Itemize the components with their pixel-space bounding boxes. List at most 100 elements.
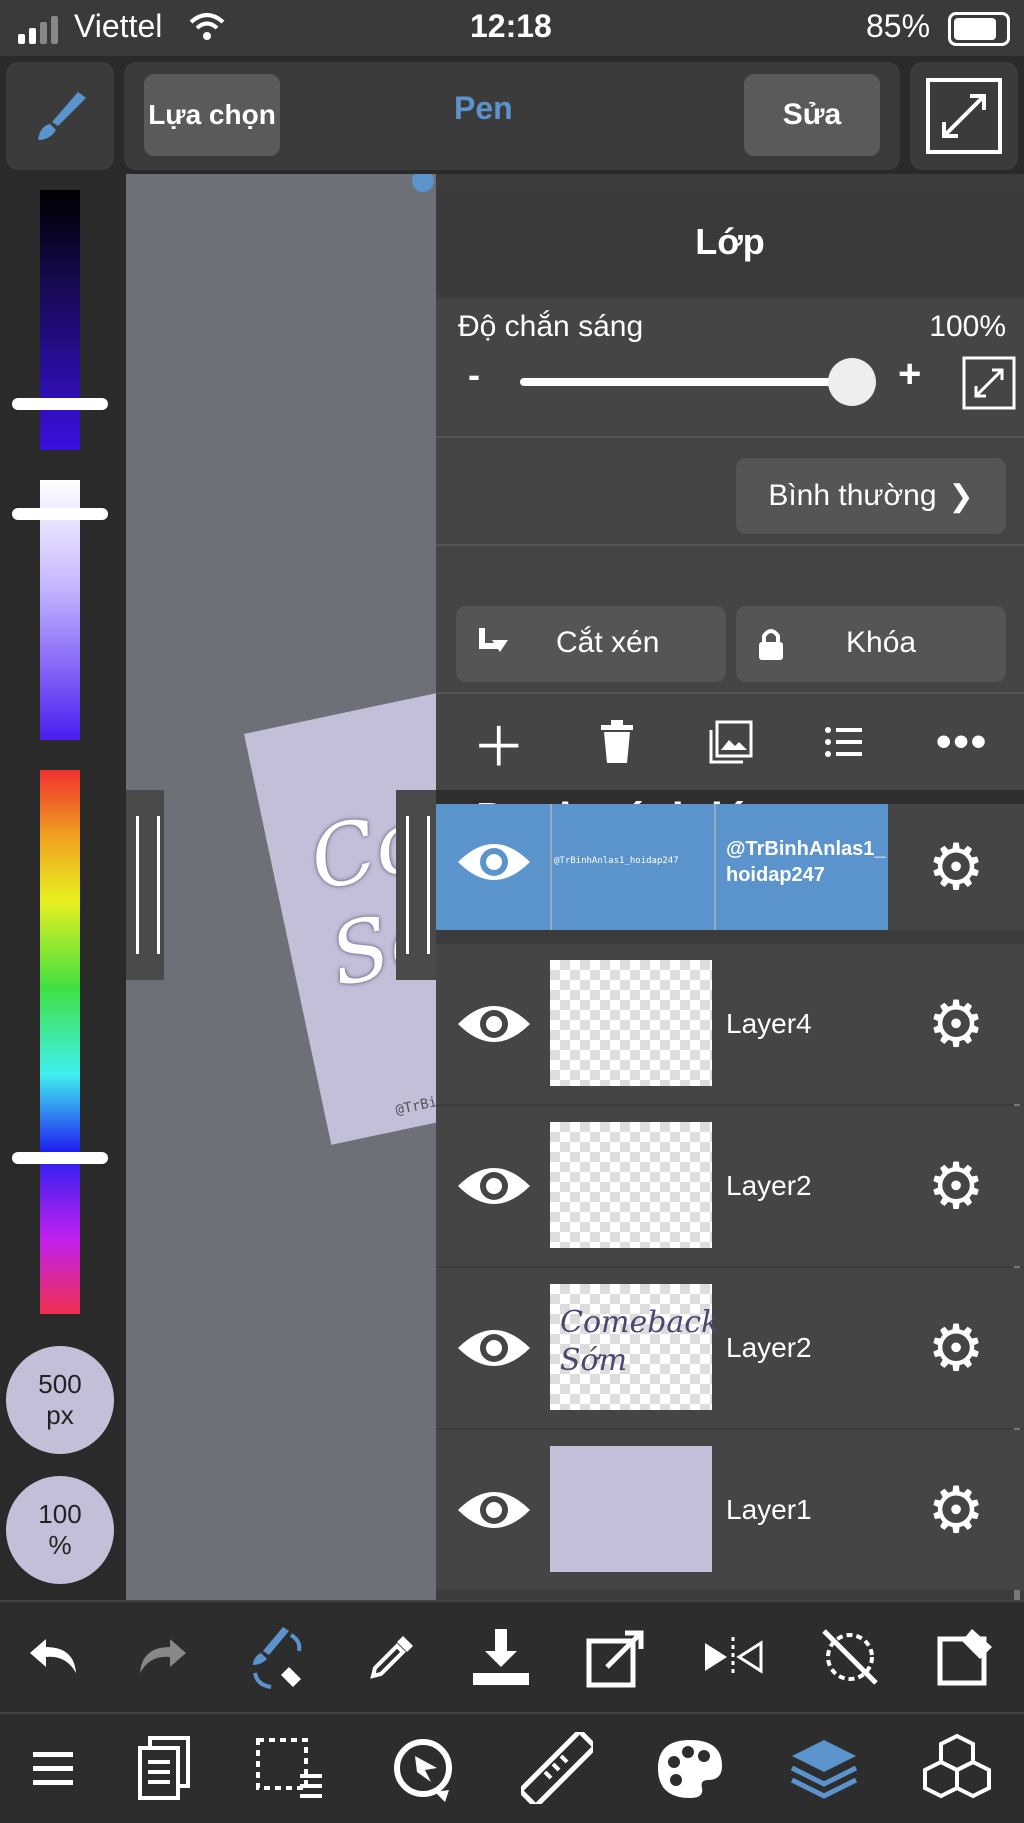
brush-size-unit: px [46,1400,74,1430]
layer-row[interactable]: Comeback Sớm Layer2 ⚙ [436,1268,1024,1428]
layer-settings-button[interactable]: ⚙ [888,1268,1024,1428]
tool-bar-center: Lựa chọn Pen Sửa [124,62,900,170]
edit-button[interactable]: Sửa [744,74,880,156]
layer-list: @TrBinhAnlas1_hoidap247 @TrBinhAnlas1_ho… [436,804,1024,1600]
selection-icon[interactable] [254,1736,326,1800]
layer-name[interactable]: @TrBinhAnlas1_hoidap247 [726,836,886,888]
rotate-lock-icon[interactable] [818,1625,882,1689]
redo-icon[interactable] [134,1635,190,1679]
bottom-toolbar-primary [0,1600,1024,1712]
eye-icon[interactable] [456,1158,532,1214]
opacity-slider-thumb[interactable] [828,358,876,406]
layer-settings-button[interactable]: ⚙ [888,944,1024,1104]
layers-icon[interactable] [788,1736,860,1800]
lock-icon [759,629,783,660]
3d-icon[interactable] [921,1732,993,1804]
layer-settings-button[interactable]: ⚙ [888,804,1024,930]
lock-button[interactable]: Khóa [736,606,1006,682]
opacity-value: 100% [929,310,1006,343]
palette-icon[interactable] [654,1736,726,1800]
layer-properties: Độ chắn sáng 100% - + Bình thường ❯ [436,298,1024,602]
brush-icon [38,92,86,140]
left-panel-handle[interactable] [126,790,164,980]
brush-opacity-button[interactable]: 100 % [6,1476,114,1584]
add-layer-icon[interactable]: ＋ [472,703,526,782]
layer-name[interactable]: Layer2 [726,1170,812,1202]
value-slider-handle[interactable] [12,398,108,410]
gear-icon: ⚙ [927,987,985,1060]
layer-thumbnail: Comeback Sớm [550,1284,720,1410]
layer-settings-button[interactable]: ⚙ [888,1106,1024,1266]
clip-arrow-icon [479,628,508,652]
brush-size-value: 500 [38,1369,82,1399]
gear-icon: ⚙ [927,1311,985,1384]
undo-icon[interactable] [26,1635,82,1679]
gear-icon: ⚙ [927,830,985,903]
right-panel-handle[interactable] [396,790,436,980]
layer-name[interactable]: Layer2 [726,1332,812,1364]
flip-icon[interactable] [701,1635,765,1679]
battery-percent: 85% [866,8,931,44]
layer-thumbnail: @TrBinhAnlas1_hoidap247 [550,804,716,930]
opacity-plus-button[interactable]: + [898,352,921,397]
layer-list-icon[interactable] [824,725,864,759]
gear-icon: ⚙ [927,1473,985,1546]
select-button[interactable]: Lựa chọn [144,74,280,156]
hue-slider[interactable] [40,770,80,1314]
eye-icon[interactable] [456,834,532,890]
layer-thumbnail-lettering: Comeback Sớm [560,1305,720,1378]
brush-opacity-value: 100 [38,1499,82,1529]
export-icon[interactable] [585,1625,649,1689]
layer-row[interactable]: Layer4 ⚙ [436,944,1024,1104]
carrier-label: Viettel [74,8,163,44]
wifi-icon [189,13,225,40]
eye-icon[interactable] [456,996,532,1052]
menu-icon[interactable] [31,1748,75,1788]
layer-row-selected[interactable]: @TrBinhAnlas1_hoidap247 @TrBinhAnlas1_ho… [436,804,888,930]
opacity-minus-button[interactable]: - [468,354,480,396]
clip-button[interactable]: Cắt xén [456,606,726,682]
signal-icon [18,16,58,44]
brush-tool-button[interactable] [6,62,114,170]
eyedropper-icon[interactable] [367,1632,417,1682]
eye-icon[interactable] [456,1482,532,1538]
opacity-label: Độ chắn sáng [458,310,644,343]
value-slider[interactable] [40,190,80,450]
brush-opacity-unit: % [48,1530,72,1560]
top-toolbar: Lựa chọn Pen Sửa [0,56,1024,174]
layer-settings-button[interactable]: ⚙ [888,1430,1024,1590]
eye-icon[interactable] [456,1320,532,1376]
panel-dot-active[interactable] [412,174,434,192]
artwork-watermark: @TrBinhAn [393,1087,436,1119]
opacity-slider[interactable] [520,378,850,386]
lock-label: Khóa [846,626,917,659]
clock: 12:18 [470,8,552,44]
more-options-icon[interactable]: ••• [936,717,988,767]
blend-mode-label: Bình thường [768,479,937,512]
drawing-canvas[interactable]: Co So @TrBinhAn [126,174,436,1600]
hue-slider-handle[interactable] [12,1152,108,1164]
layer-actions: ＋ ••• [436,694,1024,790]
layer-thumbnail-text: @TrBinhAnlas1_hoidap247 [554,856,679,866]
opacity-expand-icon[interactable] [962,356,1016,410]
pages-icon[interactable] [136,1736,192,1800]
delete-layer-icon[interactable] [597,719,637,765]
brush-size-button[interactable]: 500 px [6,1346,114,1454]
clear-icon[interactable] [934,1625,998,1689]
fullscreen-button[interactable] [910,62,1018,170]
blend-mode-button[interactable]: Bình thường ❯ [736,458,1006,534]
saturation-slider-handle[interactable] [12,508,108,520]
transform-icon[interactable] [387,1732,459,1804]
layer-row[interactable]: Layer1 ⚙ [436,1430,1024,1590]
layer-image-icon[interactable] [709,720,753,764]
layer-name[interactable]: Layer4 [726,1008,812,1040]
ruler-icon[interactable] [520,1732,593,1804]
layer-option-row: Cắt xén Khóa [436,602,1024,692]
layer-name[interactable]: Layer1 [726,1494,812,1526]
download-icon[interactable] [469,1625,533,1689]
battery-icon [948,12,1010,46]
layer-row[interactable]: Layer2 ⚙ [436,1106,1024,1266]
current-tool-label[interactable]: Pen [454,90,513,127]
layer-thumbnail [550,1122,712,1248]
brush-eraser-swap-icon[interactable] [243,1621,315,1693]
